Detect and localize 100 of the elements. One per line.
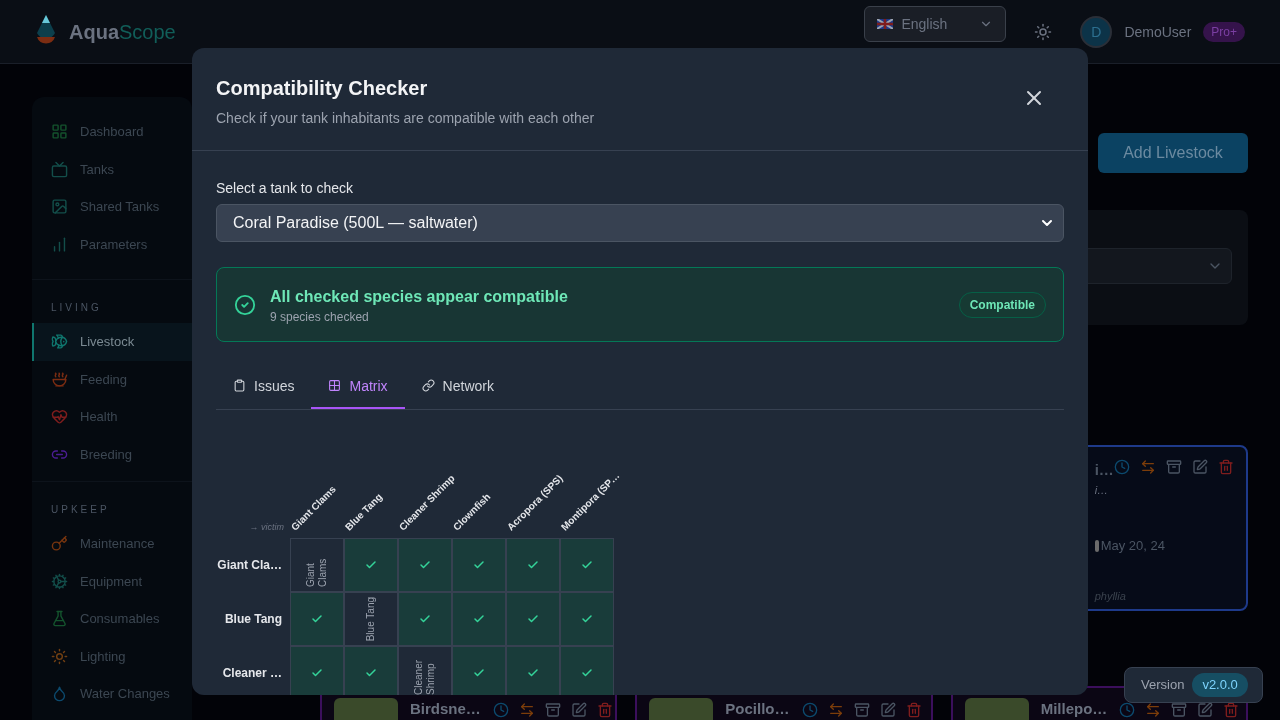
check-icon — [365, 667, 377, 679]
theme-toggle-icon[interactable] — [1034, 22, 1053, 41]
sidebar-item[interactable]: Tanks — [32, 150, 192, 188]
edit-icon[interactable] — [1191, 459, 1208, 475]
bowl-icon — [51, 370, 68, 388]
check-icon — [473, 559, 485, 571]
key-icon — [51, 535, 68, 553]
clock-icon[interactable] — [801, 702, 818, 718]
check-icon — [473, 667, 485, 679]
card-subtitle: i… — [1094, 482, 1110, 498]
clock-icon[interactable] — [492, 702, 509, 718]
axis-label: → victim — [249, 520, 284, 534]
matrix-cell[interactable] — [344, 646, 398, 695]
check-icon — [527, 559, 539, 571]
sidebar-item[interactable]: Shared Tanks — [32, 188, 192, 226]
sidebar-item[interactable]: Lighting — [32, 637, 192, 675]
image-icon — [51, 198, 68, 216]
check-icon — [581, 667, 593, 679]
sidebar-item[interactable]: Water Changes — [32, 675, 192, 713]
droplet-icon — [51, 685, 68, 703]
archive-icon[interactable] — [544, 702, 561, 718]
matrix-cell[interactable] — [506, 538, 560, 592]
clock-icon[interactable] — [1113, 459, 1130, 475]
user-avatar[interactable]: D — [1080, 15, 1113, 48]
clipboard-icon — [233, 379, 246, 392]
edit-icon[interactable] — [570, 702, 587, 718]
matrix-cell[interactable] — [344, 538, 398, 592]
card-title: Millepo… — [1040, 699, 1108, 719]
check-icon — [527, 613, 539, 625]
matrix-cell[interactable] — [290, 646, 344, 695]
check-icon — [365, 559, 377, 571]
row-header: Cleaner … — [222, 665, 282, 681]
card-title: Birdsne… — [410, 699, 481, 719]
tab[interactable]: Network — [404, 364, 511, 409]
check-icon — [527, 667, 539, 679]
check-icon — [473, 613, 485, 625]
check-icon — [419, 559, 431, 571]
clock-icon[interactable] — [1119, 702, 1136, 718]
fish-icon — [51, 333, 68, 351]
tank-select[interactable]: Coral Paradise (500L — saltwater) — [216, 204, 1064, 242]
matrix-cell[interactable] — [452, 646, 506, 695]
archive-icon[interactable] — [1171, 702, 1188, 718]
check-icon — [581, 613, 593, 625]
trash-icon[interactable] — [596, 702, 613, 718]
date-text: May 20, 24 — [1100, 537, 1165, 555]
flask-icon — [51, 610, 68, 628]
matrix-cell[interactable] — [506, 646, 560, 695]
edit-icon[interactable] — [1197, 702, 1214, 718]
sidebar-item[interactable]: Consumables — [32, 600, 192, 638]
result-detail: 9 species checked — [270, 308, 370, 325]
archive-icon[interactable] — [853, 702, 870, 718]
flag-icon — [877, 18, 894, 29]
matrix-cell[interactable] — [560, 538, 614, 592]
matrix-cell[interactable] — [560, 592, 614, 646]
trash-icon[interactable] — [1217, 459, 1234, 475]
tank-icon — [51, 160, 68, 178]
heart-icon — [51, 408, 68, 426]
dialog-title: Compatibility Checker — [216, 76, 429, 101]
sidebar-item[interactable]: Equipment — [32, 562, 192, 600]
matrix-cell[interactable] — [398, 538, 452, 592]
grid-icon — [51, 123, 68, 141]
swap-icon[interactable] — [827, 702, 844, 718]
gear-icon — [51, 572, 68, 590]
sidebar-item[interactable]: Dashboard — [32, 113, 192, 151]
card-title: Pocillo… — [725, 699, 790, 719]
link-icon — [421, 379, 435, 392]
trash-icon[interactable] — [1223, 702, 1240, 718]
sidebar-item[interactable]: Breeding — [32, 435, 192, 473]
sidebar-item[interactable]: Feeding — [32, 360, 192, 398]
check-icon — [311, 667, 323, 679]
check-icon — [419, 613, 431, 625]
self-label: Blue Tang — [365, 596, 377, 641]
sun-icon — [51, 647, 68, 665]
tab[interactable]: Issues — [216, 364, 312, 409]
self-label: Cleaner Shrimp — [413, 658, 437, 695]
sidebar-item[interactable]: Livestock — [32, 323, 192, 361]
matrix-cell[interactable] — [290, 592, 344, 646]
tab[interactable]: Matrix — [311, 364, 405, 409]
dialog-subtitle: Check if your tank inhabitants are compatible with each other — [216, 109, 595, 128]
sidebar-item[interactable]: Maintenance — [32, 525, 192, 563]
sidebar-item[interactable]: Parameters — [32, 225, 192, 263]
brand-name: AquaScope — [69, 19, 176, 45]
matrix-cell[interactable] — [452, 592, 506, 646]
matrix-cell[interactable] — [452, 538, 506, 592]
self-label: Giant Clams — [305, 557, 329, 587]
row-header: Giant Cla… — [217, 557, 282, 573]
trash-icon[interactable] — [905, 702, 922, 718]
matrix-cell[interactable] — [560, 646, 614, 695]
user-name: DemoUser — [1124, 22, 1192, 42]
matrix-cell[interactable] — [506, 592, 560, 646]
row-header: Blue Tang — [224, 611, 282, 627]
edit-icon[interactable] — [879, 702, 896, 718]
swap-icon[interactable] — [518, 702, 535, 718]
matrix-cell[interactable] — [398, 592, 452, 646]
language-select[interactable]: English — [864, 5, 1007, 42]
add-livestock-button[interactable]: Add Livestock — [1098, 133, 1248, 173]
sidebar-item[interactable]: Health — [32, 398, 192, 436]
archive-icon[interactable] — [1165, 459, 1182, 475]
bar-chart-icon — [51, 235, 68, 253]
swap-icon[interactable] — [1139, 459, 1156, 475]
